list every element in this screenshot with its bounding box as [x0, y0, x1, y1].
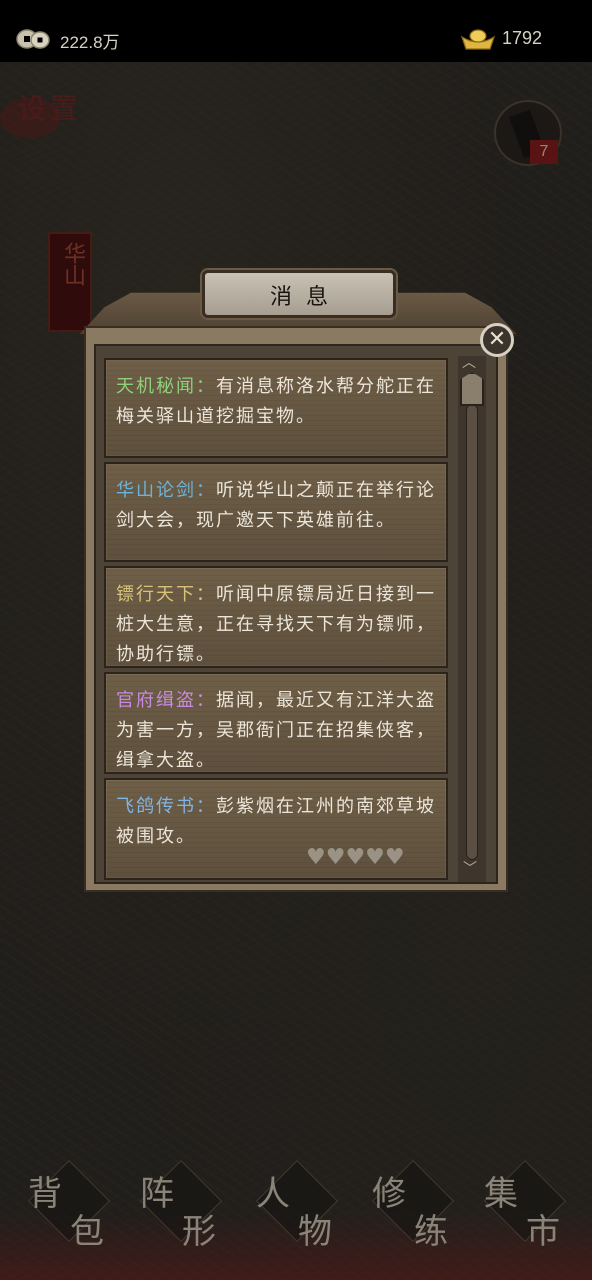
dialog-title-plate: 消息: [202, 270, 396, 318]
nav-label-1: 阵: [140, 1174, 174, 1214]
close-button[interactable]: ✕: [480, 323, 514, 357]
message-item[interactable]: 华山论剑：听说华山之颠正在举行论剑大会，现广邀天下英雄前往。: [104, 462, 448, 562]
copper-coin-icon: [16, 29, 50, 49]
nav-inventory[interactable]: 背 包: [18, 1159, 118, 1252]
close-icon: ✕: [487, 327, 507, 352]
resource-bar: 222.8万 1792: [0, 0, 592, 62]
message-item[interactable]: 镖行天下：听闻中原镖局近日接到一桩大生意，正在寻找天下有为镖师，协助行镖。: [104, 566, 448, 668]
nav-label-2: 包: [70, 1212, 104, 1252]
nav-label-2: 市: [526, 1212, 560, 1252]
dialog-title: 消息: [269, 285, 342, 310]
nav-label-1: 修: [372, 1174, 406, 1214]
nav-label-1: 背: [28, 1174, 62, 1214]
message-item[interactable]: 官府缉盗：据闻，最近又有江洋大盗为害一方，吴郡衙门正在招集侠客，缉拿大盗。: [104, 672, 448, 774]
nav-label-2: 练: [414, 1212, 448, 1252]
message-text: 飞鸽传书：彭紫烟在江州的南郊草坡被围攻。: [116, 792, 436, 852]
message-tag: 官府缉盗：: [116, 690, 216, 711]
message-text: 镖行天下：听闻中原镖局近日接到一桩大生意，正在寻找天下有为镖师，协助行镖。: [116, 580, 436, 670]
nav-label-2: 物: [298, 1212, 332, 1252]
favorability-hearts: ♥♥♥♥♥: [306, 845, 405, 870]
ingots-value: 1792: [502, 28, 543, 48]
message-tag: 飞鸽传书：: [116, 796, 216, 817]
nav-characters[interactable]: 人 物: [246, 1159, 346, 1252]
nav-label-1: 集: [484, 1174, 518, 1214]
nav-label-1: 人: [256, 1174, 290, 1214]
message-tag: 天机秘闻：: [116, 376, 216, 397]
nav-label-2: 形: [182, 1212, 216, 1252]
gold-ingot-icon: [460, 29, 496, 50]
message-text: 官府缉盗：据闻，最近又有江洋大盗为害一方，吴郡衙门正在招集侠客，缉拿大盗。: [116, 686, 436, 776]
message-tag: 镖行天下：: [116, 584, 216, 605]
scroll-up-icon[interactable]: ︿: [462, 352, 476, 372]
message-item[interactable]: 天机秘闻：有消息称洛水帮分舵正在梅关驿山道挖掘宝物。: [104, 358, 448, 458]
nav-formation[interactable]: 阵 形: [130, 1159, 230, 1252]
scrollbar-rail[interactable]: [466, 404, 478, 860]
nav-market[interactable]: 集 市: [474, 1159, 574, 1252]
message-tag: 华山论剑：: [116, 480, 216, 501]
nav-training[interactable]: 修 练: [362, 1159, 462, 1252]
coins-value: 222.8万: [60, 33, 120, 52]
message-text: 华山论剑：听说华山之颠正在举行论剑大会，现广邀天下英雄前往。: [116, 476, 436, 536]
message-text: 天机秘闻：有消息称洛水帮分舵正在梅关驿山道挖掘宝物。: [116, 372, 436, 432]
scroll-down-icon[interactable]: ﹀: [463, 858, 477, 878]
